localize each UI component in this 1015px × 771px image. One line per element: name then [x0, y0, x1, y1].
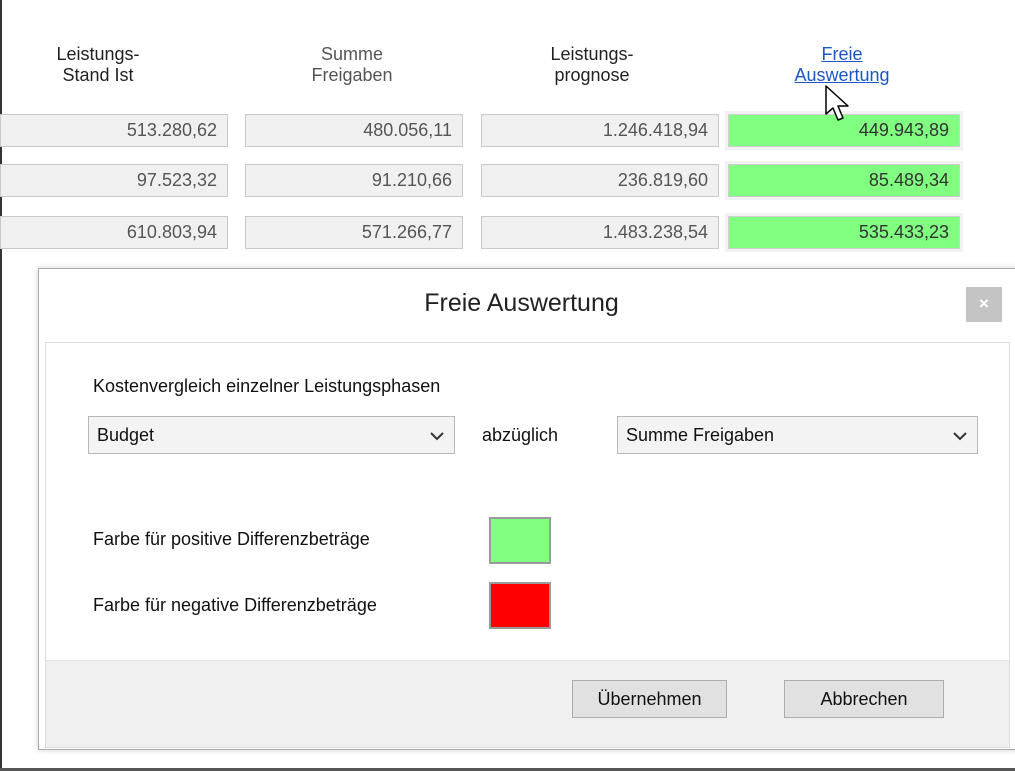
uebernehmen-button[interactable]: Übernehmen: [572, 680, 727, 718]
cell-leistungsprognose: 1.483.238,54: [481, 216, 719, 249]
positive-color-label: Farbe für positive Differenzbeträge: [93, 529, 370, 549]
section-label: Kostenvergleich einzelner Leistungsphase…: [93, 376, 441, 396]
cell-leistungsprognose: 236.819,60: [481, 164, 719, 197]
header-line: Summe: [320, 44, 383, 64]
negative-color-label: Farbe für negative Differenzbeträge: [93, 595, 377, 615]
dialog-body: Kostenvergleich einzelner Leistungsphase…: [45, 342, 1010, 661]
freie-auswertung-link[interactable]: Freie Auswertung: [752, 44, 932, 86]
cell-summe-freigaben: 480.056,11: [245, 114, 463, 147]
header-leistungsstand-ist: Leistungs- Stand Ist: [8, 44, 188, 86]
close-button[interactable]: ×: [966, 287, 1002, 322]
chevron-down-icon: [953, 432, 967, 441]
negative-color-swatch[interactable]: [489, 582, 551, 629]
dialog-title: Freie Auswertung: [424, 289, 619, 317]
chevron-down-icon: [430, 432, 444, 441]
abbrechen-button[interactable]: Abbrechen: [784, 680, 944, 718]
cell-leistungsprognose: 1.246.418,94: [481, 114, 719, 147]
connector-label: abzüglich: [482, 425, 559, 445]
link-line: Auswertung: [794, 65, 890, 85]
summe-freigaben-select[interactable]: Summe Freigaben: [617, 416, 978, 454]
dialog-titlebar[interactable]: Freie Auswertung ×: [39, 269, 1015, 342]
freie-auswertung-dialog: Freie Auswertung × Kostenvergleich einze…: [38, 268, 1015, 750]
cell-freie-auswertung: 535.433,23: [725, 213, 963, 252]
link-line: Freie: [821, 44, 863, 64]
header-line: prognose: [554, 65, 630, 85]
cell-summe-freigaben: 571.266,77: [245, 216, 463, 249]
positive-color-swatch[interactable]: [489, 517, 551, 564]
header-line: Leistungs-: [56, 44, 140, 64]
cell-freie-auswertung: 85.489,34: [725, 161, 963, 200]
cell-stand-ist: 97.523,32: [0, 164, 228, 197]
header-line: Leistungs-: [550, 44, 634, 64]
select-value: Summe Freigaben: [626, 425, 775, 445]
cell-stand-ist: 610.803,94: [0, 216, 228, 249]
header-line: Freigaben: [311, 65, 393, 85]
dialog-footer: Übernehmen Abbrechen: [45, 660, 1010, 748]
mouse-cursor-icon: [825, 85, 849, 121]
header-summe-freigaben: Summe Freigaben: [262, 44, 442, 86]
budget-select[interactable]: Budget: [88, 416, 455, 454]
close-icon: ×: [979, 294, 989, 313]
header-line: Stand Ist: [62, 65, 134, 85]
cell-stand-ist: 513.280,62: [0, 114, 228, 147]
cell-summe-freigaben: 91.210,66: [245, 164, 463, 197]
select-value: Budget: [97, 425, 155, 445]
header-leistungsprognose: Leistungs- prognose: [502, 44, 682, 86]
